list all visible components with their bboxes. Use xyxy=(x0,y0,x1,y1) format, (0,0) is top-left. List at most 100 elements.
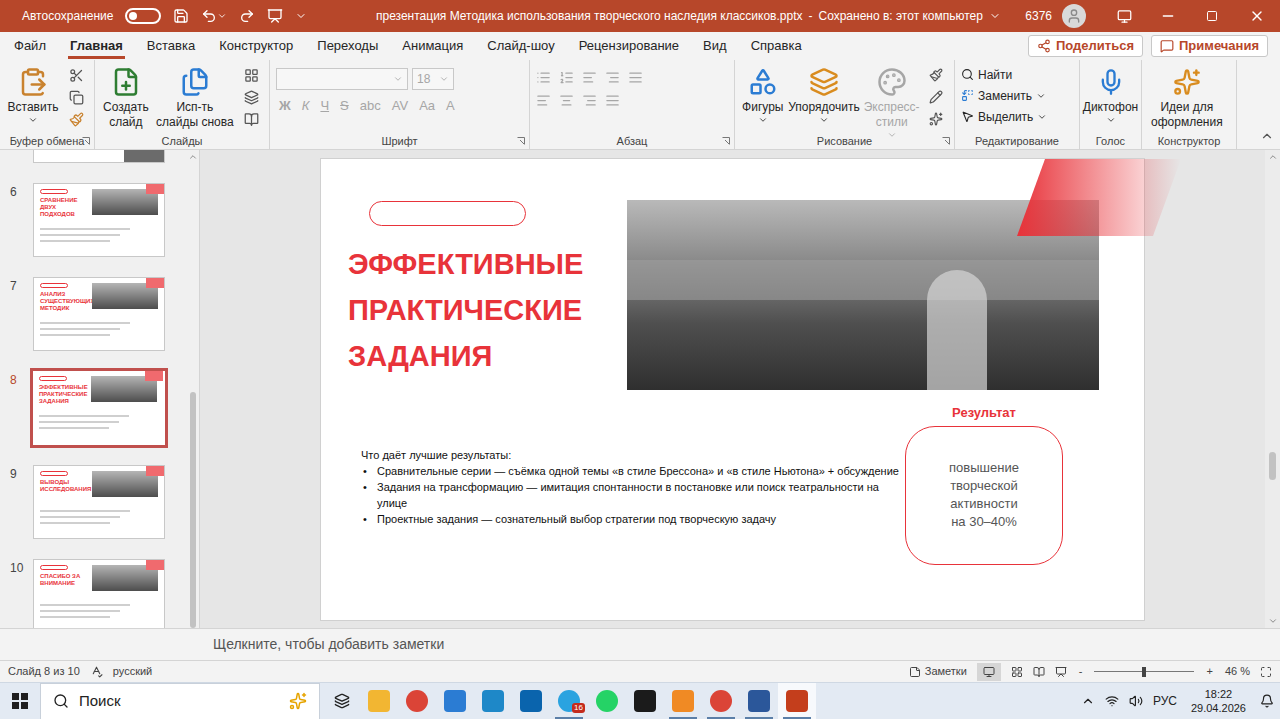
ribbon-tab[interactable]: Слайд-шоу xyxy=(475,32,566,60)
search-box[interactable]: Поиск xyxy=(40,683,320,719)
account-avatar[interactable] xyxy=(1062,4,1086,28)
slide-thumbnail[interactable]: 10СПАСИБО ЗА ВНИМАНИЕ xyxy=(0,559,187,628)
taskbar-app[interactable] xyxy=(398,683,436,719)
font-format-button[interactable]: Ч xyxy=(317,96,332,116)
dropdown-icon[interactable] xyxy=(887,130,897,140)
taskbar-app[interactable] xyxy=(664,683,702,719)
font-format-button[interactable]: Ж xyxy=(276,96,294,116)
slide[interactable]: ЭФФЕКТИВНЫЕПРАКТИЧЕСКИЕЗАДАНИЯРезультатп… xyxy=(320,158,1145,621)
autosave-toggle[interactable] xyxy=(125,8,161,24)
editing-button[interactable]: Заменить xyxy=(961,85,1047,106)
taskbar-app[interactable] xyxy=(778,683,816,719)
notes-pane[interactable]: Щелкните, чтобы добавить заметки xyxy=(0,628,1280,660)
fit-slide-icon[interactable] xyxy=(1260,666,1272,678)
dropdown-icon[interactable] xyxy=(1036,91,1046,101)
task-view-button[interactable] xyxy=(324,683,360,719)
font-format-button[interactable]: Aa xyxy=(416,96,438,116)
dictate-button[interactable]: Диктофон xyxy=(1086,64,1135,125)
customize-toolbar-icon[interactable] xyxy=(295,10,307,22)
scroll-down-icon[interactable] xyxy=(1268,616,1278,626)
font-name-field[interactable] xyxy=(276,68,408,90)
spellcheck-icon[interactable] xyxy=(90,665,103,678)
tray-overflow-icon[interactable] xyxy=(1081,694,1095,708)
collapse-ribbon-icon[interactable] xyxy=(1260,129,1274,143)
slide-thumbnail[interactable]: 8ЭФФЕКТИВНЫЕ ПРАКТИЧЕСКИЕ ЗАДАНИЯ xyxy=(0,371,187,445)
ribbon-tab[interactable]: Главная xyxy=(58,32,135,60)
thumbnail-scrollbar[interactable] xyxy=(187,150,199,628)
dialog-launcher-icon[interactable] xyxy=(942,137,950,145)
section-button[interactable] xyxy=(239,108,263,130)
minimize-icon[interactable] xyxy=(1160,8,1176,24)
notes-button[interactable]: Заметки xyxy=(909,663,967,680)
volume-icon[interactable] xyxy=(1129,694,1143,708)
maximize-icon[interactable] xyxy=(1206,10,1218,22)
sorter-view-icon[interactable] xyxy=(1011,666,1023,678)
save-icon[interactable] xyxy=(173,8,189,24)
slide-thumbnail[interactable]: 7АНАЛИЗ СУЩЕСТВУЮЩИХ МЕТОДИК xyxy=(0,277,187,351)
outdent-icon[interactable] xyxy=(605,70,620,85)
font-format-button[interactable]: AV xyxy=(389,96,411,116)
slideshow-icon[interactable] xyxy=(267,8,283,24)
ribbon-tab[interactable]: Файл xyxy=(2,32,58,60)
reset-button[interactable] xyxy=(239,86,263,108)
dropdown-icon[interactable] xyxy=(1037,112,1047,122)
align-right-icon[interactable] xyxy=(582,93,597,108)
share-button[interactable]: Поделиться xyxy=(1028,35,1143,57)
slide-thumbnail[interactable]: 9ВЫВОДЫ ИССЛЕДОВАНИЯ xyxy=(0,465,187,539)
fill-button[interactable] xyxy=(924,64,948,86)
ribbon-tab[interactable]: Справка xyxy=(739,32,814,60)
copy-button[interactable] xyxy=(64,86,88,108)
taskbar-app[interactable] xyxy=(474,683,512,719)
reading-view-icon[interactable] xyxy=(1033,666,1045,678)
taskbar-app[interactable] xyxy=(740,683,778,719)
taskbar-app[interactable] xyxy=(360,683,398,719)
copilot-icon[interactable] xyxy=(289,692,307,710)
save-status-dropdown-icon[interactable] xyxy=(989,10,1001,22)
undo-dropdown-icon[interactable] xyxy=(217,11,227,21)
dropdown-icon[interactable] xyxy=(1106,115,1116,125)
comments-button[interactable]: Примечания xyxy=(1151,35,1268,57)
font-format-button[interactable]: К xyxy=(299,96,313,116)
paste-button[interactable]: Вставить xyxy=(6,64,60,125)
ribbon-tab[interactable]: Анимация xyxy=(390,32,475,60)
taskbar-app[interactable] xyxy=(626,683,664,719)
dropdown-icon[interactable] xyxy=(819,115,829,125)
ribbon-tab[interactable]: Вид xyxy=(691,32,739,60)
dialog-launcher-icon[interactable] xyxy=(82,137,90,145)
ribbon-tab[interactable]: Вставка xyxy=(135,32,207,60)
editing-button[interactable]: Найти xyxy=(961,64,1047,85)
new-slide-button[interactable]: Создатьслайд xyxy=(101,64,151,130)
taskbar-app[interactable] xyxy=(702,683,740,719)
scroll-up-icon[interactable] xyxy=(188,152,198,162)
reuse-slides-button[interactable]: Исп-тьслайды снова xyxy=(155,64,235,130)
align-center-icon[interactable] xyxy=(559,93,574,108)
dialog-launcher-icon[interactable] xyxy=(722,137,730,145)
numbering-icon[interactable] xyxy=(559,70,574,85)
outline-button[interactable] xyxy=(924,86,948,108)
language[interactable]: русский xyxy=(113,663,152,680)
zoom-level[interactable]: 46 % xyxy=(1225,663,1250,680)
bullets-icon[interactable] xyxy=(536,70,551,85)
align-left-icon[interactable] xyxy=(536,93,551,108)
taskbar-app[interactable] xyxy=(512,683,550,719)
dropdown-icon[interactable] xyxy=(393,74,403,84)
drawing-button[interactable]: Экспресс-стили xyxy=(863,64,920,140)
font-format-button[interactable]: abc xyxy=(357,96,384,116)
normal-view-button[interactable] xyxy=(977,663,1001,681)
dropdown-icon[interactable] xyxy=(28,115,38,125)
drawing-button[interactable]: Упорядочить xyxy=(789,64,860,125)
notifications-icon[interactable] xyxy=(1260,694,1274,708)
dialog-launcher-icon[interactable] xyxy=(517,137,525,145)
line-spacing-icon[interactable] xyxy=(628,70,643,85)
drawing-button[interactable]: Фигуры xyxy=(741,64,785,125)
font-size-field[interactable]: 18 xyxy=(412,68,454,90)
taskbar-app[interactable] xyxy=(588,683,626,719)
slide-thumbnail[interactable]: 6СРАВНЕНИЕ ДВУХ ПОДХОДОВ xyxy=(0,183,187,257)
font-format-button[interactable]: A xyxy=(443,96,458,116)
input-language[interactable]: РУС xyxy=(1153,692,1177,710)
effects-button[interactable] xyxy=(924,108,948,130)
font-format-button[interactable]: S xyxy=(337,96,352,116)
ribbon-tab[interactable]: Конструктор xyxy=(207,32,305,60)
redo-icon[interactable] xyxy=(239,8,255,24)
dropdown-icon[interactable] xyxy=(758,115,768,125)
